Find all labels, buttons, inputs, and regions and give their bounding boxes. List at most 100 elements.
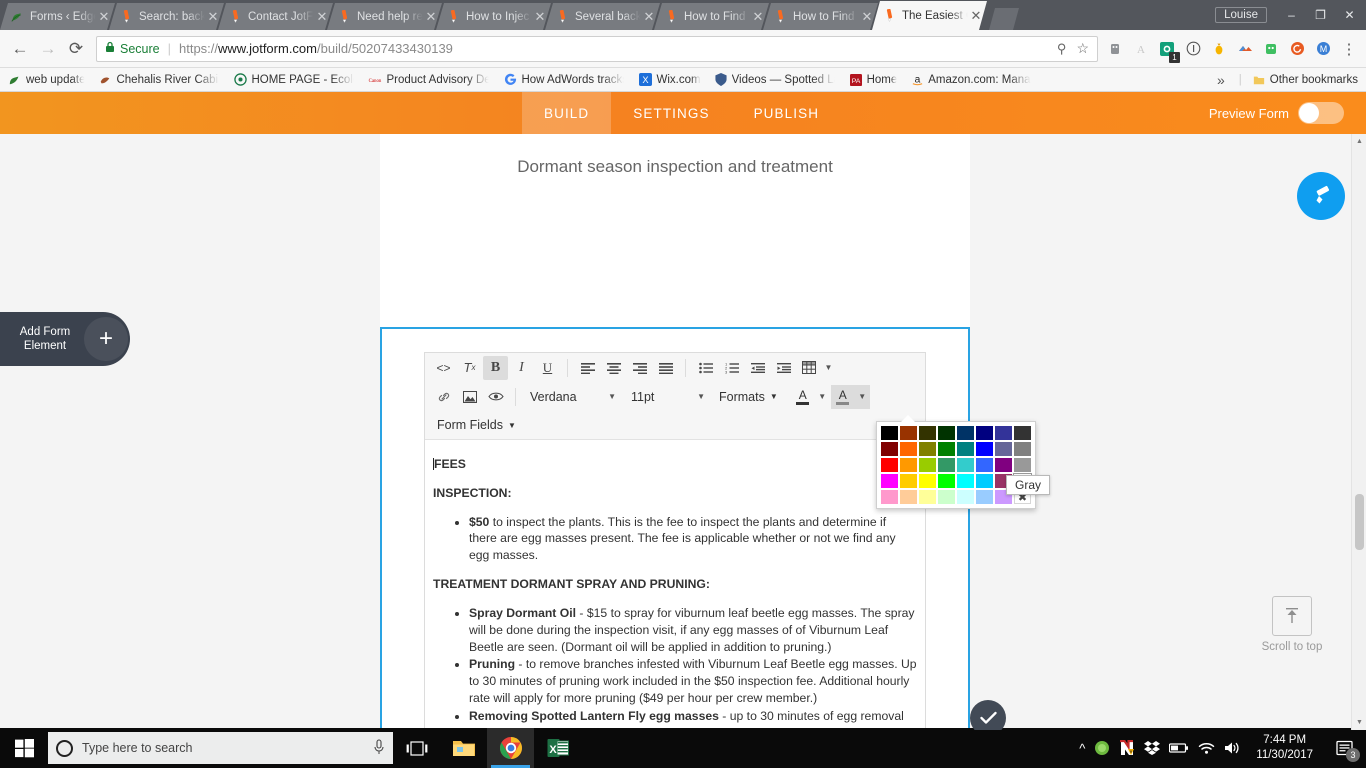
file-explorer-icon[interactable] (440, 728, 487, 768)
close-icon[interactable]: ✕ (424, 10, 438, 23)
chevron-down-icon[interactable]: ▼ (854, 384, 870, 409)
color-swatch[interactable] (1014, 426, 1031, 440)
preview-eye-icon[interactable] (483, 385, 508, 409)
color-swatch[interactable] (881, 442, 898, 456)
bookmark-item[interactable]: a Amazon.com: Manag (910, 73, 1032, 87)
color-swatch[interactable] (976, 442, 993, 456)
windows-start-icon[interactable] (0, 728, 48, 768)
clear-formatting-icon[interactable]: Tx (457, 356, 482, 380)
align-justify-icon[interactable] (653, 356, 678, 380)
green-extension-icon[interactable] (1260, 38, 1282, 60)
color-swatch[interactable] (995, 458, 1012, 472)
color-swatch[interactable] (976, 490, 993, 504)
color-swatch[interactable] (881, 426, 898, 440)
color-swatch[interactable] (919, 442, 936, 456)
scroll-down-arrow-icon[interactable]: ▼ (1352, 715, 1366, 730)
align-center-icon[interactable] (601, 356, 626, 380)
selected-form-element[interactable]: <> Tx B I U 123 ▼ Verdana ▼ 11pt ▼ Forma… (380, 327, 970, 730)
evernote-clipper-icon[interactable]: 1 (1156, 38, 1180, 63)
maximize-icon[interactable]: ❐ (1306, 4, 1335, 26)
form-designer-button[interactable] (1297, 172, 1345, 220)
ghost-extension-icon[interactable] (1104, 38, 1126, 60)
bookmarks-overflow-chevron[interactable]: » (1217, 72, 1225, 88)
bookmark-item[interactable]: Canon Product Advisory Det (368, 73, 490, 87)
color-swatch[interactable] (995, 442, 1012, 456)
color-swatch[interactable] (995, 426, 1012, 440)
bookmark-item[interactable]: Chehalis River Cabin (98, 73, 220, 87)
chevron-down-icon[interactable]: ▼ (821, 356, 836, 380)
messenger-extension-icon[interactable]: M (1312, 38, 1334, 60)
browser-tab[interactable]: Forms ‹ Edge ✕ (0, 3, 115, 30)
microphone-icon[interactable] (373, 738, 385, 758)
close-icon[interactable]: ✕ (969, 9, 983, 22)
volume-icon[interactable] (1224, 741, 1241, 755)
form-fields-dropdown[interactable]: Form Fields ▼ (431, 413, 522, 437)
scroll-up-arrow-icon[interactable]: ▲ (1352, 134, 1366, 149)
color-swatch[interactable] (938, 442, 955, 456)
color-swatch[interactable] (919, 474, 936, 488)
minimize-icon[interactable]: – (1277, 4, 1306, 26)
wifi-icon[interactable] (1198, 742, 1215, 755)
browser-tab[interactable]: Search: back ✕ (109, 3, 224, 30)
reload-icon[interactable]: ⟳ (62, 35, 90, 63)
text-color-icon[interactable]: A (791, 385, 815, 409)
other-bookmarks-label[interactable]: Other bookmarks (1270, 74, 1358, 86)
color-swatch[interactable] (976, 426, 993, 440)
close-icon[interactable]: ✕ (533, 10, 547, 23)
back-icon[interactable]: ← (6, 35, 34, 63)
color-swatch[interactable] (881, 490, 898, 504)
color-swatch[interactable] (919, 458, 936, 472)
color-swatch[interactable] (957, 490, 974, 504)
color-swatch[interactable] (976, 458, 993, 472)
dropbox-icon[interactable] (1144, 741, 1161, 755)
color-swatch[interactable] (938, 474, 955, 488)
google-chrome-icon[interactable] (487, 728, 534, 768)
notification-center-button[interactable]: 3 (1328, 728, 1362, 768)
save-check-button[interactable] (970, 700, 1006, 730)
background-color-palette[interactable]: ✖ (876, 415, 1036, 509)
chevron-down-icon[interactable]: ▼ (815, 385, 830, 409)
close-icon[interactable]: ✕ (860, 10, 874, 23)
background-color-control[interactable]: A ▼ (830, 384, 870, 409)
italic-icon[interactable]: I (509, 356, 534, 380)
browser-tab-active[interactable]: The Easiest O ✕ (872, 1, 987, 30)
bookmark-star-icon[interactable]: ☆ (1076, 40, 1089, 57)
browser-tab[interactable]: How to Injec ✕ (436, 3, 551, 30)
color-swatch[interactable] (900, 474, 917, 488)
kaspersky-status-icon[interactable] (1094, 740, 1110, 756)
tab-publish[interactable]: PUBLISH (732, 92, 841, 134)
font-family-select[interactable]: Verdana ▼ (523, 385, 623, 409)
scroll-to-top-control[interactable]: Scroll to top (1246, 596, 1338, 653)
close-icon[interactable]: ✕ (642, 10, 656, 23)
browser-tab[interactable]: Need help re ✕ (327, 3, 442, 30)
table-control[interactable]: ▼ (797, 356, 836, 380)
add-form-element-button[interactable]: Add Form Element + (0, 312, 130, 366)
close-icon[interactable]: ✕ (206, 10, 220, 23)
formats-dropdown[interactable]: Formats ▼ (713, 385, 784, 409)
color-swatch[interactable] (957, 426, 974, 440)
numbered-list-icon[interactable]: 123 (719, 356, 744, 380)
bullet-list-icon[interactable] (693, 356, 718, 380)
color-swatch[interactable] (919, 490, 936, 504)
color-swatch[interactable] (1014, 458, 1031, 472)
color-swatch[interactable] (900, 426, 917, 440)
preview-form-toggle[interactable] (1298, 102, 1344, 124)
bookmark-item[interactable]: web update (8, 73, 85, 87)
weather-extension-icon[interactable] (1234, 38, 1256, 60)
browser-tab[interactable]: Several back ✕ (545, 3, 660, 30)
scroll-to-top-button[interactable] (1272, 596, 1312, 636)
tab-settings[interactable]: SETTINGS (611, 92, 731, 134)
underline-icon[interactable]: U (535, 356, 560, 380)
user-profile-button[interactable]: Louise (1215, 7, 1267, 23)
tab-build[interactable]: BUILD (522, 92, 612, 134)
color-swatch[interactable] (957, 458, 974, 472)
table-icon[interactable] (797, 356, 821, 380)
color-swatch[interactable] (900, 490, 917, 504)
color-swatch[interactable] (938, 458, 955, 472)
outdent-icon[interactable] (745, 356, 770, 380)
close-window-icon[interactable]: ✕ (1335, 4, 1364, 26)
battery-icon[interactable] (1169, 742, 1189, 754)
link-icon[interactable] (431, 385, 456, 409)
address-bar[interactable]: Secure | https://www.jotform.com/build/5… (96, 35, 1098, 62)
source-code-icon[interactable]: <> (431, 356, 456, 380)
